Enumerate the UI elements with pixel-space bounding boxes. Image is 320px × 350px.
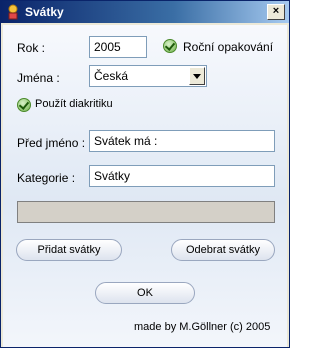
pred-label: Před jméno :	[17, 136, 86, 150]
kategorie-label: Kategorie :	[17, 171, 76, 185]
jmena-selected-value: Česká	[94, 69, 129, 83]
jmena-select[interactable]: Česká	[89, 65, 207, 87]
rok-label: Rok :	[17, 41, 46, 55]
close-button[interactable]: ×	[267, 4, 285, 20]
repeat-label[interactable]: Roční opakování	[183, 40, 273, 54]
rok-input[interactable]: 2005	[89, 36, 147, 58]
dialog-body: Rok : 2005 Roční opakování Jména : Česká…	[3, 25, 287, 347]
diacritics-label[interactable]: Použít diakritiku	[35, 98, 113, 110]
ok-button[interactable]: OK	[95, 282, 195, 304]
chevron-down-icon[interactable]	[189, 67, 205, 85]
add-holidays-button[interactable]: Přidat svátky	[16, 239, 122, 261]
remove-holidays-button[interactable]: Odebrat svátky	[171, 239, 275, 261]
pred-input[interactable]: Svátek má :	[89, 130, 275, 152]
dialog-window: Svátky × Rok : 2005 Roční opakování Jmén…	[0, 0, 290, 348]
diacritics-check-icon[interactable]	[17, 98, 31, 112]
kategorie-input[interactable]: Svátky	[89, 165, 275, 187]
window-title: Svátky	[25, 5, 64, 19]
progress-bar	[17, 201, 275, 223]
credit-text: made by M.Göllner (c) 2005	[134, 321, 271, 333]
app-icon	[5, 4, 21, 20]
repeat-check-icon[interactable]	[163, 39, 177, 53]
title-bar[interactable]: Svátky ×	[1, 1, 289, 23]
jmena-label: Jména :	[17, 71, 60, 85]
